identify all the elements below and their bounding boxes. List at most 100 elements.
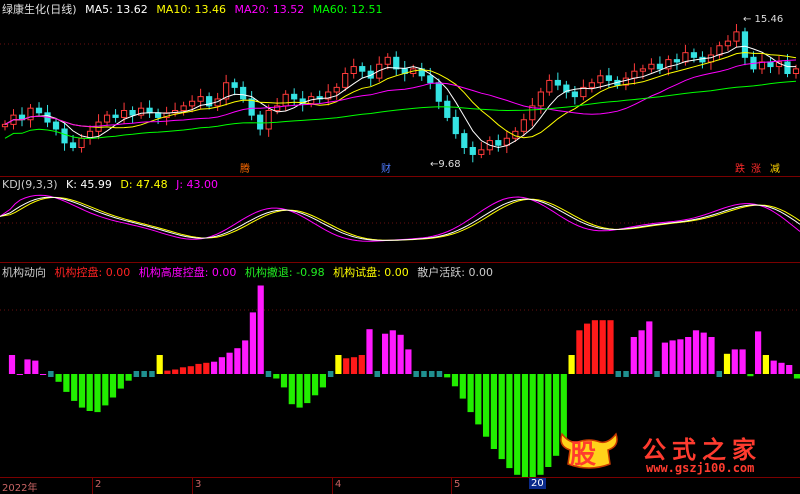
flow-bar	[747, 374, 754, 377]
flow-bar	[164, 370, 171, 374]
candle	[452, 109, 459, 139]
candle	[554, 72, 561, 91]
candle	[112, 109, 119, 123]
kdj-panel[interactable]: KDJ(9,3,3) K: 45.99 D: 47.48 J: 43.00	[0, 176, 800, 263]
flow-bar	[615, 371, 621, 377]
flow-bar	[48, 371, 54, 377]
flow-bar	[545, 374, 552, 467]
candle	[299, 91, 306, 112]
flow-bar	[467, 374, 474, 413]
candle	[282, 90, 289, 111]
candle	[469, 141, 476, 163]
flow-bar	[731, 349, 738, 374]
candle	[418, 62, 425, 81]
candle	[673, 53, 681, 70]
flow-bar	[490, 374, 497, 449]
flow-bar	[350, 357, 358, 374]
flow-bar	[24, 359, 31, 374]
flow-bar	[296, 374, 303, 408]
flow-bar	[514, 374, 521, 475]
flow-bar	[413, 371, 419, 377]
flow-bar	[211, 361, 218, 374]
flow-bar	[638, 330, 645, 374]
flow-bar	[793, 374, 800, 379]
candle	[27, 104, 34, 128]
flow-bar	[405, 349, 412, 374]
candle	[350, 58, 357, 79]
flow-test-label: 机构试盘: 0.00	[333, 266, 409, 279]
price-candlestick-chart[interactable]: ← 15.46 ←9.68 腾 财 跌涨减	[0, 0, 800, 176]
axis-separator	[332, 478, 333, 494]
flow-bar	[179, 367, 187, 374]
watermark-logo-text: 股	[570, 440, 597, 470]
flow-bar	[257, 285, 264, 374]
ma5-label: MA5: 13.62	[85, 3, 148, 16]
time-label-2022: 2022年	[2, 483, 38, 494]
flow-bar	[40, 374, 47, 375]
flow-bar	[459, 374, 466, 399]
candle	[248, 91, 255, 121]
candle	[78, 134, 85, 153]
event-marker[interactable]: 跌	[735, 162, 745, 175]
candle	[461, 129, 468, 154]
flow-bar	[397, 334, 404, 374]
candle	[775, 55, 783, 75]
candle	[478, 141, 485, 159]
time-axis: 2022年 2 3 4 5 20	[0, 477, 800, 494]
candle	[342, 67, 349, 92]
flow-bar	[78, 374, 86, 408]
candle	[206, 92, 213, 110]
flow-bar	[429, 371, 435, 377]
flow-bar	[537, 374, 544, 475]
event-marker[interactable]: 腾	[240, 162, 250, 175]
candle	[733, 24, 740, 48]
candle	[648, 58, 655, 73]
candle	[495, 134, 502, 152]
flow-bar	[685, 337, 692, 374]
watermark: 股 公式之家 www.gszj100.com	[556, 430, 792, 476]
flow-bar	[778, 362, 785, 374]
flow-bar	[280, 374, 288, 388]
flow-bar	[568, 355, 575, 374]
event-marker[interactable]: 减	[770, 163, 780, 175]
flow-bar	[133, 371, 140, 377]
candle	[1, 120, 9, 131]
price-chart-panel[interactable]: 绿康生化(日线) MA5: 13.62 MA10: 13.46 MA20: 13…	[0, 0, 800, 176]
flow-bar	[669, 340, 676, 374]
kdj-legend: KDJ(9,3,3) K: 45.99 D: 47.48 J: 43.00	[2, 178, 223, 191]
flow-bar	[716, 371, 722, 377]
candle	[333, 83, 340, 100]
event-marker[interactable]: 财	[381, 162, 391, 175]
flow-retail-label: 散户活跃: 0.00	[417, 266, 493, 279]
ma20-label: MA20: 13.52	[234, 3, 305, 16]
flow-title: 机构动向	[2, 266, 46, 279]
flow-bar	[16, 374, 23, 375]
flow-bar	[630, 337, 637, 374]
flow-bar	[755, 331, 762, 374]
flow-bar	[576, 330, 583, 374]
time-label-cursor: 20	[529, 478, 546, 489]
flow-bar	[203, 362, 210, 374]
time-label-feb: 2	[95, 479, 102, 490]
flow-bar	[273, 374, 280, 379]
flow-bar	[242, 340, 249, 374]
flow-bar	[451, 374, 459, 387]
candle	[665, 55, 672, 76]
flow-bar	[739, 349, 746, 374]
stock-title: 绿康生化(日线)	[2, 3, 77, 16]
flow-bar	[288, 374, 295, 405]
flow-bar	[319, 374, 326, 388]
flow-bar	[195, 363, 202, 374]
event-marker[interactable]: 涨	[751, 163, 761, 175]
ma60-label: MA60: 12.51	[312, 3, 383, 16]
time-label-may: 5	[454, 479, 461, 490]
flow-bar	[382, 333, 389, 374]
flow-bar	[71, 374, 78, 401]
flow-bar	[646, 321, 653, 374]
flow-bar	[102, 374, 109, 406]
candle	[384, 53, 391, 70]
candle	[146, 100, 153, 118]
flow-bar	[218, 357, 225, 374]
flow-bar	[521, 374, 529, 477]
price-low-label: ←9.68	[430, 159, 461, 170]
